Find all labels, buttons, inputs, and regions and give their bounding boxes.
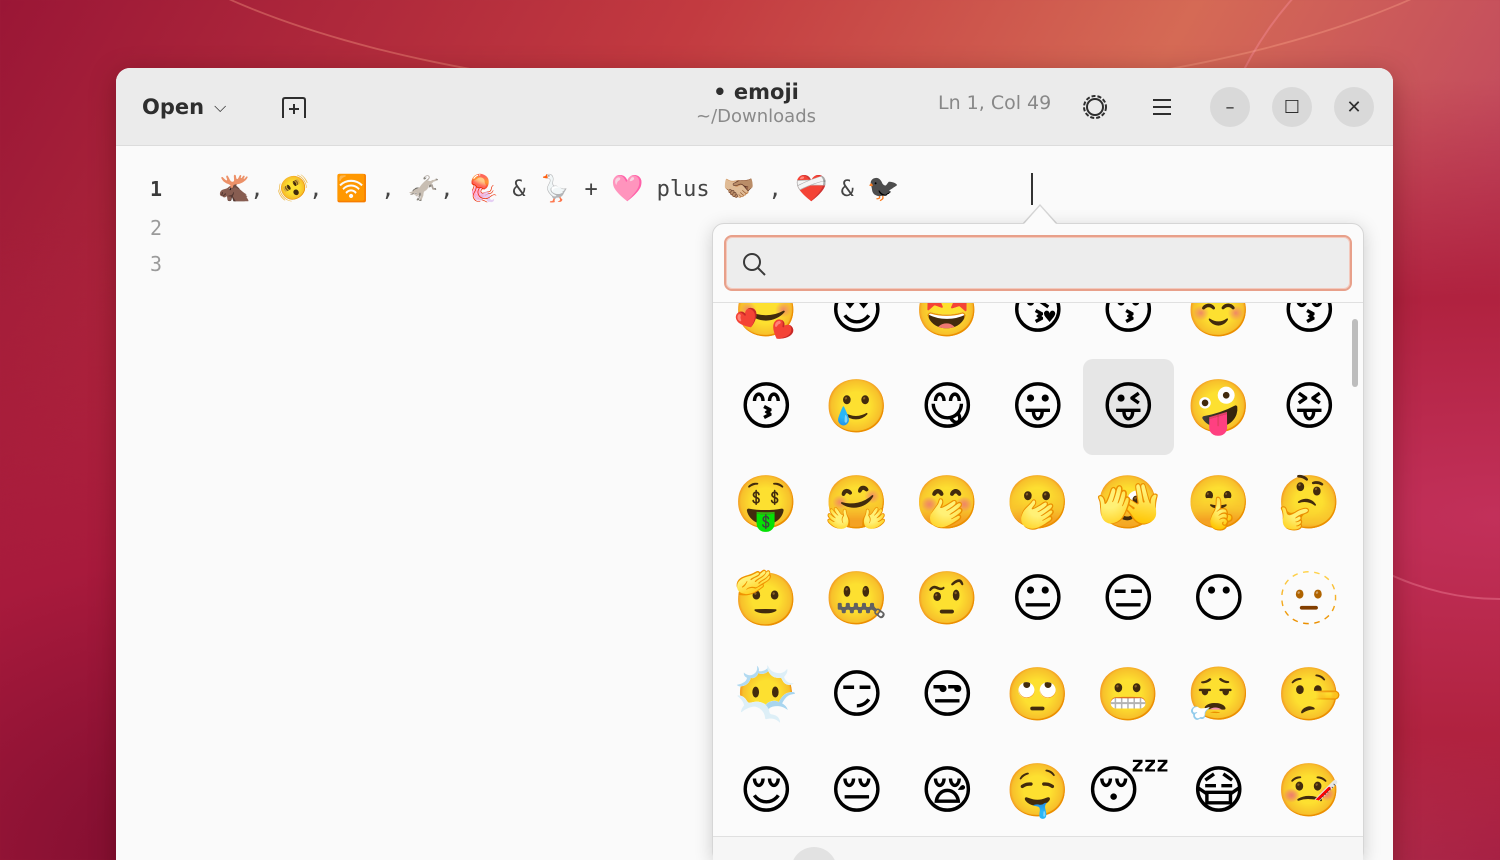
emoji-button[interactable]: 😔: [812, 743, 903, 836]
close-button[interactable]: ✕: [1334, 87, 1374, 127]
main-menu-button[interactable]: [1144, 89, 1180, 125]
inline-emoji: 🫏: [407, 174, 441, 204]
emoji-button[interactable]: 😜: [1083, 359, 1174, 455]
emoji-button[interactable]: 😪: [902, 743, 993, 836]
emoji-button[interactable]: 😛: [993, 359, 1084, 455]
minimize-button[interactable]: –: [1210, 87, 1250, 127]
emoji-button[interactable]: 😒: [902, 647, 993, 743]
open-button-label: Open: [142, 95, 205, 119]
hamburger-menu-icon: [1153, 99, 1171, 115]
emoji-button[interactable]: 🤔: [1264, 455, 1355, 551]
inline-text: ,: [755, 176, 795, 202]
emoji-grid-viewport: 🥰 😍 🤩 😘 😗 ☺️ 😚 😙 🥲 😋 😛 😜 🤪 😝 🤑 🤗 🤭 🫢 🫣 🤫 🤔 🫡 🤐 🤨 😐 😑 😶 🫥 😶‍🌫️ 😏 😒 🙄 😬 😮‍💨…: [713, 303, 1363, 836]
popover-arrow-fill: [1024, 206, 1056, 224]
emoji-button[interactable]: 🤪: [1174, 359, 1265, 455]
inline-text: &: [499, 176, 539, 202]
emoji-button[interactable]: 🫢: [993, 455, 1084, 551]
close-icon: ✕: [1346, 96, 1362, 118]
emoji-button[interactable]: 😘: [993, 303, 1084, 359]
emoji-button[interactable]: 😙: [721, 359, 812, 455]
search-icon: [740, 250, 768, 278]
inline-text: &: [827, 176, 868, 202]
scrollbar[interactable]: [1352, 319, 1358, 387]
emoji-category-bar: [713, 836, 1363, 860]
emoji-button[interactable]: 🤑: [721, 455, 812, 551]
maximize-button[interactable]: ☐: [1272, 87, 1312, 127]
inline-text: ,: [309, 176, 336, 202]
editor-line-1[interactable]: 🫎, 🫨, 🛜 , 🫏, 🪼 & 🪿 + 🩷 plus 🫱🏼‍🫲🏽 , ❤️‍🩹…: [218, 171, 899, 207]
minimize-icon: –: [1225, 96, 1235, 118]
inline-emoji: 🪿: [538, 174, 572, 204]
inline-text: ,: [440, 176, 467, 202]
header-bar: Open ⌵ • emoji ~/Downloads Ln 1, Col 49: [116, 68, 1393, 146]
emoji-button[interactable]: 🤗: [812, 455, 903, 551]
chevron-down-icon: ⌵: [214, 97, 227, 116]
line-number: 1: [149, 177, 163, 201]
emoji-button[interactable]: 🤐: [812, 551, 903, 647]
inline-emoji: 🫨: [276, 174, 310, 204]
inline-emoji: 🪼: [466, 174, 500, 204]
new-tab-button[interactable]: [276, 90, 312, 126]
emoji-button[interactable]: 🤥: [1264, 647, 1355, 743]
inline-emoji: 🫱🏼‍🫲🏽: [722, 174, 756, 204]
emoji-button[interactable]: 🙄: [993, 647, 1084, 743]
document-title: • emoji: [713, 80, 799, 104]
inline-text: +: [571, 176, 611, 202]
new-tab-icon: [282, 97, 306, 118]
emoji-button[interactable]: 😴: [1083, 743, 1174, 836]
document-path: ~/Downloads: [696, 106, 816, 127]
emoji-button[interactable]: 🫡: [721, 551, 812, 647]
emoji-button[interactable]: 😗: [1083, 303, 1174, 359]
emoji-button[interactable]: 😶: [1174, 551, 1265, 647]
emoji-button[interactable]: 😍: [812, 303, 903, 359]
emoji-button[interactable]: 🤭: [902, 455, 993, 551]
emoji-button[interactable]: 🤫: [1174, 455, 1265, 551]
emoji-button[interactable]: 😮‍💨: [1174, 647, 1265, 743]
emoji-button[interactable]: ☺️: [1174, 303, 1265, 359]
emoji-button[interactable]: 🤤: [993, 743, 1084, 836]
gear-icon: [1083, 95, 1107, 119]
emoji-button[interactable]: 😬: [1083, 647, 1174, 743]
settings-button[interactable]: [1077, 89, 1113, 125]
emoji-button[interactable]: 😚: [1264, 303, 1355, 359]
emoji-search-input[interactable]: [778, 245, 1338, 281]
emoji-button[interactable]: 😋: [902, 359, 993, 455]
line-number: 3: [149, 252, 163, 276]
emoji-button[interactable]: 😑: [1083, 551, 1174, 647]
emoji-button[interactable]: 😏: [812, 647, 903, 743]
cursor-position[interactable]: Ln 1, Col 49: [938, 92, 1051, 114]
emoji-button[interactable]: 🤨: [902, 551, 993, 647]
emoji-button[interactable]: 🫥: [1264, 551, 1355, 647]
emoji-button[interactable]: 🫣: [1083, 455, 1174, 551]
inline-text: ,: [250, 176, 277, 202]
category-tab[interactable]: [791, 847, 837, 860]
text-caret: [1031, 173, 1033, 205]
emoji-button[interactable]: 🤩: [902, 303, 993, 359]
emoji-button[interactable]: 😌: [721, 743, 812, 836]
line-number: 2: [149, 216, 163, 240]
inline-text: plus: [643, 176, 723, 202]
emoji-button[interactable]: 😝: [1264, 359, 1355, 455]
emoji-button[interactable]: 😷: [1174, 743, 1265, 836]
emoji-button[interactable]: 🥰: [721, 303, 812, 359]
maximize-icon: ☐: [1283, 96, 1301, 118]
inline-emoji: ❤️‍🩹: [794, 174, 828, 204]
inline-text: ,: [368, 176, 408, 202]
emoji-button[interactable]: 🥲: [812, 359, 903, 455]
inline-emoji: 🐦‍⬛: [867, 174, 900, 204]
emoji-button[interactable]: 😶‍🌫️: [721, 647, 812, 743]
emoji-button[interactable]: 🤒: [1264, 743, 1355, 836]
inline-emoji: 🫎: [218, 174, 251, 204]
emoji-grid: 🥰 😍 🤩 😘 😗 ☺️ 😚 😙 🥲 😋 😛 😜 🤪 😝 🤑 🤗 🤭 🫢 🫣 🤫 🤔 🫡 🤐 🤨 😐 😑 😶 🫥 😶‍🌫️ 😏 😒 🙄 😬 😮‍💨…: [721, 303, 1355, 836]
inline-emoji: 🩷: [611, 174, 644, 204]
document-title-area: • emoji ~/Downloads: [636, 80, 876, 127]
inline-emoji: 🛜: [335, 174, 369, 204]
open-button[interactable]: Open ⌵: [130, 86, 238, 128]
emoji-button[interactable]: 😐: [993, 551, 1084, 647]
emoji-picker-popover: 🥰 😍 🤩 😘 😗 ☺️ 😚 😙 🥲 😋 😛 😜 🤪 😝 🤑 🤗 🤭 🫢 🫣 🤫 🤔 🫡 🤐 🤨 😐 😑 😶 🫥 😶‍🌫️ 😏 😒 🙄 😬 😮‍💨…: [712, 223, 1364, 860]
emoji-search-field[interactable]: [724, 235, 1352, 291]
